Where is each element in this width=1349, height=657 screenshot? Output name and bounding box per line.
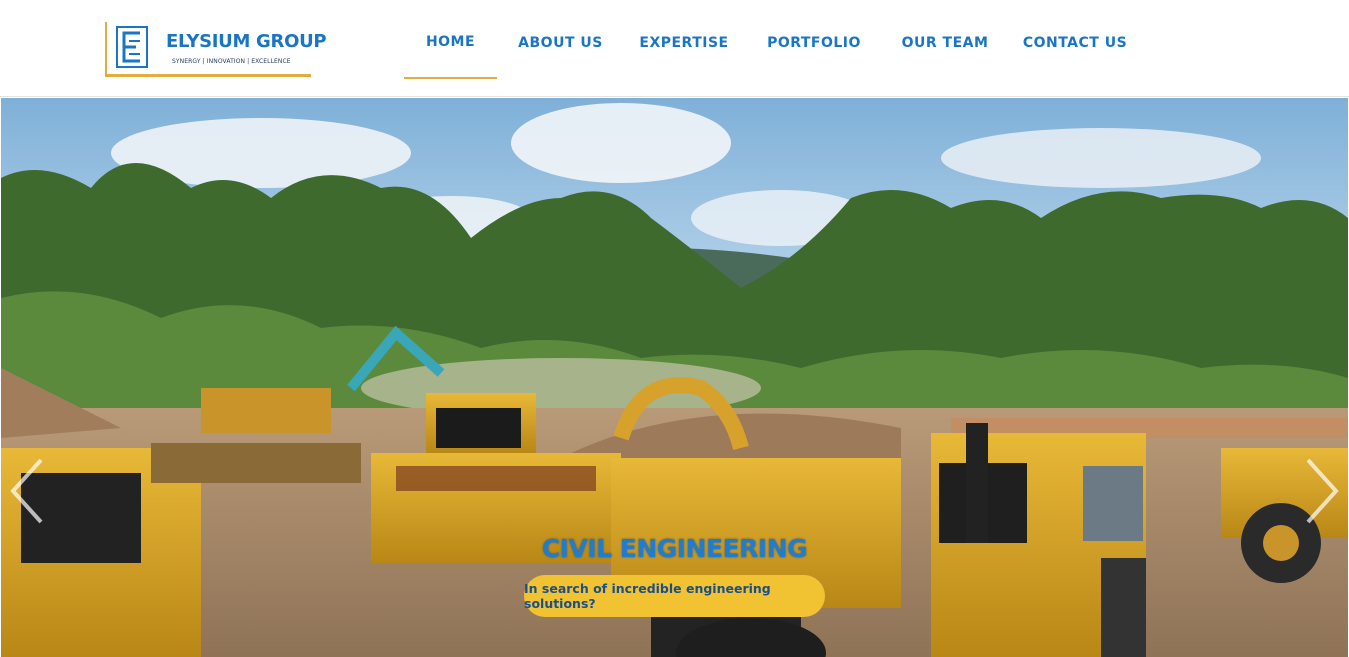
nav-contact-us[interactable]: CONTACT US	[1006, 0, 1144, 86]
brand-name: ELYSIUM GROUP	[166, 31, 327, 52]
hero-cta-button[interactable]: In search of incredible engineering solu…	[524, 575, 825, 617]
nav-about-us[interactable]: ABOUT US	[497, 0, 624, 86]
nav-home[interactable]: HOME	[404, 0, 497, 79]
logo-mark-icon	[116, 26, 148, 68]
chevron-left-icon[interactable]	[5, 456, 47, 526]
hero-slider: CIVIL ENGINEERING In search of incredibl…	[1, 98, 1348, 657]
site-header: ELYSIUM GROUP SYNERGY | INNOVATION | EXC…	[0, 0, 1349, 97]
brand-tagline: SYNERGY | INNOVATION | EXCELLENCE	[172, 58, 291, 65]
nav-our-team[interactable]: OUR TEAM	[884, 0, 1006, 86]
main-nav: HOME ABOUT US EXPERTISE PORTFOLIO OUR TE…	[404, 0, 1144, 97]
nav-portfolio[interactable]: PORTFOLIO	[744, 0, 884, 86]
brand-logo[interactable]: ELYSIUM GROUP SYNERGY | INNOVATION | EXC…	[105, 22, 327, 77]
chevron-right-icon[interactable]	[1302, 456, 1344, 526]
construction-site-photo	[1, 98, 1348, 657]
hero-title: CIVIL ENGINEERING	[541, 534, 808, 563]
nav-expertise[interactable]: EXPERTISE	[624, 0, 744, 86]
